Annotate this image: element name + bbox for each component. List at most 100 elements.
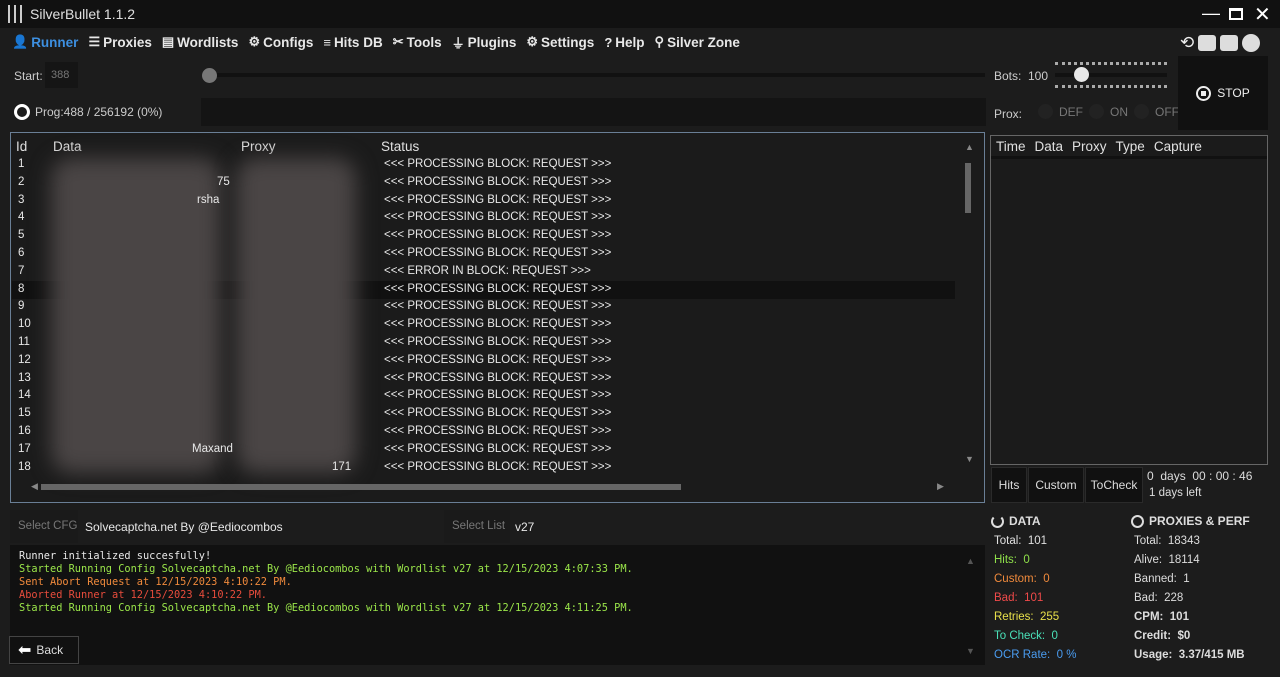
stat-credit: Credit: $0 [1134, 630, 1190, 642]
row-id: 13 [18, 371, 31, 384]
time-left: 1 days left [1149, 487, 1202, 499]
prox-on-radio[interactable] [1089, 104, 1104, 119]
row-proxy: 171 [332, 460, 352, 473]
row-status: <<< PROCESSING BLOCK: REQUEST >>> [384, 371, 612, 384]
vertical-scroll-thumb[interactable] [965, 163, 971, 213]
telegram-icon[interactable] [1242, 34, 1261, 52]
stop-button[interactable]: STOP [1178, 56, 1268, 130]
row-status: <<< PROCESSING BLOCK: REQUEST >>> [384, 460, 612, 473]
camera-icon[interactable] [1198, 35, 1217, 51]
row-id: 10 [18, 318, 31, 331]
row-status: <<< PROCESSING BLOCK: REQUEST >>> [384, 300, 612, 313]
nav-label: Configs [263, 34, 314, 50]
select-cfg-button[interactable]: Select CFG [10, 510, 78, 543]
nav-configs[interactable]: ⚙ Configs [248, 34, 313, 50]
nav-plugins[interactable]: ⏚ Plugins [452, 33, 517, 52]
history-icon[interactable]: ⟲ [1180, 33, 1194, 53]
row-id: 12 [18, 353, 31, 366]
row-status: <<< PROCESSING BLOCK: REQUEST >>> [384, 336, 612, 348]
row-id: 11 [18, 336, 30, 348]
nav-wordlists[interactable]: ▤ Wordlists [162, 34, 239, 50]
tab-tocheck[interactable]: ToCheck [1085, 467, 1143, 503]
data-title: DATA [1009, 514, 1041, 528]
progress-text: Prog:488 / 256192 (0%) [35, 105, 163, 119]
bots-value: 100 [1028, 69, 1049, 83]
start-input[interactable]: 388 [45, 62, 78, 88]
stat-value: $0 [1177, 630, 1191, 642]
col-proxy[interactable]: Proxy [1072, 139, 1107, 154]
col-id[interactable]: Id [16, 139, 27, 154]
minimize-button[interactable]: — [1202, 3, 1220, 24]
maximize-button[interactable] [1229, 8, 1243, 20]
horizontal-scroll-thumb[interactable] [41, 484, 681, 490]
stat-label: Total: [1134, 535, 1162, 547]
col-proxy[interactable]: Proxy [241, 139, 276, 154]
row-id: 18 [18, 460, 31, 473]
close-button[interactable]: ✕ [1254, 2, 1271, 27]
prox-off-radio[interactable] [1134, 104, 1149, 119]
proxies-perf-icon [1131, 515, 1144, 528]
arrow-left-icon: ⬅ [18, 642, 32, 659]
data-icon [991, 515, 1004, 528]
nav-settings[interactable]: ⚙ Settings [526, 34, 594, 50]
row-id: 16 [18, 425, 31, 437]
stat-value: 0 [1051, 630, 1058, 642]
horizontal-scrollbar[interactable]: ◀ ▶ [31, 481, 946, 493]
col-status[interactable]: Status [381, 139, 419, 154]
nav-runner[interactable]: 👤 Runner [12, 34, 78, 50]
log-line: Started Running Config Solvecaptcha.net … [19, 602, 633, 614]
col-capture[interactable]: Capture [1154, 139, 1202, 154]
col-time[interactable]: Time [996, 139, 1026, 154]
tab-hits[interactable]: Hits [991, 467, 1027, 503]
database-icon: ≡ [323, 34, 331, 50]
col-data[interactable]: Data [53, 139, 82, 154]
stat-label: Usage: [1134, 649, 1173, 661]
log-scroll-up[interactable]: ▲ [966, 556, 975, 566]
location-icon: ⚲ [654, 34, 665, 49]
prox-off-label: OFF [1155, 104, 1179, 119]
nav-hits-db[interactable]: ≡ Hits DB [323, 35, 382, 50]
nav-label: Settings [541, 34, 595, 50]
start-slider-thumb[interactable] [202, 68, 217, 83]
row-status: <<< PROCESSING BLOCK: REQUEST >>> [384, 442, 612, 455]
col-data[interactable]: Data [1035, 139, 1064, 154]
stat-value: 18343 [1167, 535, 1200, 547]
prox-def-radio[interactable] [1038, 104, 1053, 119]
row-status: <<< PROCESSING BLOCK: REQUEST >>> [384, 158, 612, 170]
bots-slider-thumb[interactable] [1074, 67, 1089, 82]
back-button[interactable]: ⬅ Back [9, 636, 79, 664]
stat-value: 0 [1043, 573, 1050, 585]
col-type[interactable]: Type [1116, 139, 1145, 154]
nav-proxies[interactable]: ☰ Proxies [88, 34, 151, 50]
row-status: <<< PROCESSING BLOCK: REQUEST >>> [384, 175, 612, 188]
discord-icon[interactable] [1220, 35, 1239, 51]
stat-value: 0 % [1056, 649, 1077, 661]
bots-label: Bots: [994, 69, 1022, 83]
stat-label: OCR Rate: [994, 649, 1051, 661]
stat-label: Bad: [1134, 592, 1158, 604]
stat-label: Retries: [994, 611, 1034, 623]
progress-bar [201, 98, 986, 126]
tab-custom[interactable]: Custom [1028, 467, 1084, 503]
nav-tools[interactable]: ✂ Tools [393, 34, 442, 50]
stat-label: Bad: [994, 592, 1018, 604]
row-status: <<< PROCESSING BLOCK: REQUEST >>> [384, 282, 612, 295]
help-icon: ? [604, 34, 613, 50]
stat-alive: Alive: 18114 [1134, 554, 1200, 566]
nav-help[interactable]: ? Help [604, 35, 644, 50]
select-list-button[interactable]: Select List [444, 510, 510, 543]
row-status: <<< PROCESSING BLOCK: REQUEST >>> [384, 353, 612, 366]
stat-label: Custom: [994, 573, 1037, 585]
vertical-scrollbar[interactable]: ▲ ▼ [955, 138, 985, 468]
stat-value: 101 [1027, 535, 1048, 547]
row-id: 7 [18, 264, 25, 277]
stat-ocrrate: OCR Rate: 0 % [994, 649, 1076, 661]
log-scroll-down[interactable]: ▼ [966, 646, 975, 656]
start-slider[interactable] [205, 73, 985, 77]
nav-label: Runner [31, 34, 79, 50]
stat-total: Total: 101 [994, 535, 1047, 547]
nav-silver-zone[interactable]: ⚲ Silver Zone [655, 34, 740, 50]
bots-slider[interactable] [1055, 62, 1167, 88]
stat-bad: Bad: 101 [994, 592, 1043, 604]
prox-label: Prox: [994, 107, 1023, 121]
